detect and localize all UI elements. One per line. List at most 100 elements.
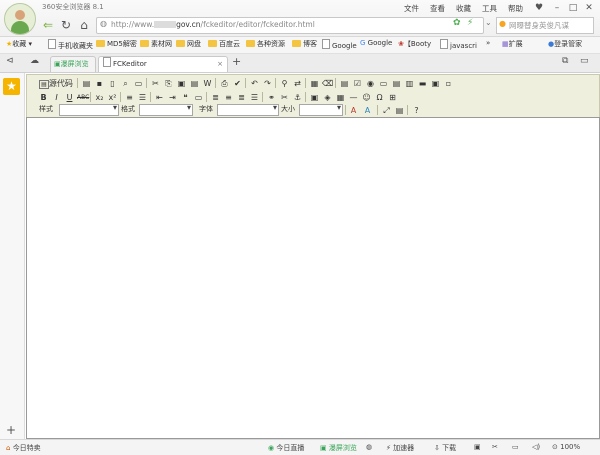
login-manager-button[interactable]: ●登录管家: [548, 39, 582, 49]
bookmark-item[interactable]: 手机收藏夹: [48, 39, 93, 51]
cut-icon[interactable]: ✂: [149, 77, 162, 90]
extensions-button[interactable]: ▦扩展: [502, 39, 523, 49]
folder-icon: [176, 40, 185, 47]
volume-icon[interactable]: ◁): [532, 443, 540, 451]
restore-tab-icon[interactable]: ⧉: [562, 56, 568, 66]
maximize-editor-icon[interactable]: ⤢: [380, 104, 393, 117]
templates-icon[interactable]: ▭: [132, 77, 145, 90]
radio-icon[interactable]: ◉: [364, 77, 377, 90]
menu-help[interactable]: 帮助: [508, 3, 523, 14]
about-icon[interactable]: ?: [410, 104, 423, 117]
bookmark-label: 手机收藏夹: [58, 42, 93, 50]
more-bookmarks-icon[interactable]: »: [486, 39, 490, 47]
font-select[interactable]: [217, 103, 279, 116]
undo-icon[interactable]: ↶: [248, 77, 261, 90]
refresh-icon[interactable]: ↻: [58, 17, 74, 33]
menu-favorites[interactable]: 收藏: [456, 3, 471, 14]
bookmark-item[interactable]: 百度云: [208, 39, 240, 49]
minimize-button[interactable]: –: [550, 2, 564, 14]
bookmark-item[interactable]: javascri: [440, 39, 477, 50]
zoom-control[interactable]: ⊙ 100%: [552, 443, 580, 451]
window-icon[interactable]: ▭: [512, 443, 519, 451]
new-page-icon[interactable]: ▯: [106, 77, 119, 90]
background-color-icon[interactable]: A: [361, 104, 374, 117]
daily-deals-link[interactable]: ⌂ 今日特卖: [6, 443, 41, 453]
style-select[interactable]: [59, 103, 119, 116]
toolbar-row-3: 样式 格式 字体 大小 A A ⤢ ▤ ?: [27, 103, 599, 116]
download-button[interactable]: ⇩ 下载: [434, 443, 456, 453]
preview-icon[interactable]: ⌕: [119, 77, 132, 90]
hidden-field-icon[interactable]: ▫: [442, 77, 455, 90]
live-link[interactable]: ◉ 今日直播: [268, 443, 304, 453]
paste-word-icon[interactable]: W: [201, 77, 214, 90]
split-view-status[interactable]: ▣ 瀑屏浏览: [320, 443, 357, 453]
copy-icon[interactable]: ⎘: [162, 77, 175, 90]
url-input[interactable]: ◍ http://www. gov.cn/fckeditor/editor/fck…: [96, 17, 484, 34]
image-tool-icon[interactable]: ▣: [474, 443, 481, 451]
checkbox-icon[interactable]: ☑: [351, 77, 364, 90]
tab-list-icon[interactable]: ▭: [580, 56, 589, 66]
paste-icon[interactable]: ▣: [175, 77, 188, 90]
bookmark-label: 博客: [303, 40, 317, 48]
show-blocks-icon[interactable]: ▤: [393, 104, 406, 117]
format-select[interactable]: [139, 103, 193, 116]
image-button-icon[interactable]: ▣: [429, 77, 442, 90]
menu-file[interactable]: 文件: [404, 3, 419, 14]
lightning-icon[interactable]: ⚡: [467, 18, 473, 28]
text-color-icon[interactable]: A: [347, 104, 360, 117]
bookmark-item[interactable]: 各种资源: [246, 39, 285, 49]
menu-view[interactable]: 查看: [430, 3, 445, 14]
select-field-icon[interactable]: ▥: [403, 77, 416, 90]
cloud-icon[interactable]: ☁: [30, 56, 39, 66]
add-sidebar-icon[interactable]: +: [6, 423, 16, 437]
paste-text-icon[interactable]: ▤: [188, 77, 201, 90]
shield-icon[interactable]: ◍: [366, 443, 372, 451]
spellcheck-icon[interactable]: ✔: [231, 77, 244, 90]
source-button[interactable]: ▤ 源代码: [37, 77, 75, 90]
close-button[interactable]: ✕: [582, 2, 596, 14]
form-button-icon[interactable]: ▬: [416, 77, 429, 90]
bookmark-item[interactable]: G Google: [360, 39, 392, 47]
accelerator-button[interactable]: ⚡ 加速器: [386, 443, 414, 453]
favorites-menu[interactable]: ★收藏 ▾: [6, 39, 32, 49]
user-avatar[interactable]: [4, 3, 36, 35]
search-input[interactable]: ● 网曝替身英俊凡谋: [496, 17, 594, 34]
print-icon[interactable]: ⎙: [218, 77, 231, 90]
redo-icon[interactable]: ↷: [261, 77, 274, 90]
editor-content-area[interactable]: [26, 117, 600, 439]
home-icon[interactable]: ⌂: [76, 17, 92, 33]
bookmark-item[interactable]: Google: [322, 39, 357, 50]
skin-icon[interactable]: ♥: [532, 2, 546, 14]
screenshot-icon[interactable]: ✂: [492, 443, 498, 451]
textfield-icon[interactable]: ▭: [377, 77, 390, 90]
replace-icon[interactable]: ⇄: [291, 77, 304, 90]
textarea-icon[interactable]: ▤: [390, 77, 403, 90]
new-tab-button[interactable]: +: [232, 55, 241, 68]
search-engine-icon: ●: [499, 19, 506, 28]
bookmark-item[interactable]: 网盘: [176, 39, 201, 49]
accelerator-icon: ⚡: [386, 444, 391, 452]
save-icon[interactable]: ▪: [93, 77, 106, 90]
form-icon[interactable]: ▤: [338, 77, 351, 90]
maximize-button[interactable]: □: [566, 2, 580, 14]
select-all-icon[interactable]: ▦: [308, 77, 321, 90]
bookmark-item[interactable]: MD5解密: [96, 39, 137, 49]
back-icon[interactable]: ⇐: [40, 17, 56, 33]
dropdown-chevron-icon[interactable]: ⌄: [485, 18, 492, 27]
live-label: 今日直播: [276, 444, 305, 452]
bookmark-item[interactable]: ❀【Booty: [398, 39, 431, 49]
size-select[interactable]: [299, 103, 343, 116]
menu-tools[interactable]: 工具: [482, 3, 497, 14]
close-tab-icon[interactable]: ×: [217, 57, 223, 72]
bookmark-item[interactable]: 素材网: [140, 39, 172, 49]
favorites-star-icon[interactable]: ★: [3, 78, 20, 95]
tab-back-icon[interactable]: ⊲: [6, 56, 14, 66]
security-icon[interactable]: ✿: [453, 18, 461, 28]
folder-icon: [292, 40, 301, 47]
bookmark-item[interactable]: 博客: [292, 39, 317, 49]
tab-split-view[interactable]: ▣瀑屏浏览: [50, 56, 96, 72]
tab-fckeditor[interactable]: FCKeditor ×: [98, 56, 228, 72]
find-icon[interactable]: ⚲: [278, 77, 291, 90]
doc-props-icon[interactable]: ▤: [80, 77, 93, 90]
remove-format-icon[interactable]: ⌫: [321, 77, 334, 90]
